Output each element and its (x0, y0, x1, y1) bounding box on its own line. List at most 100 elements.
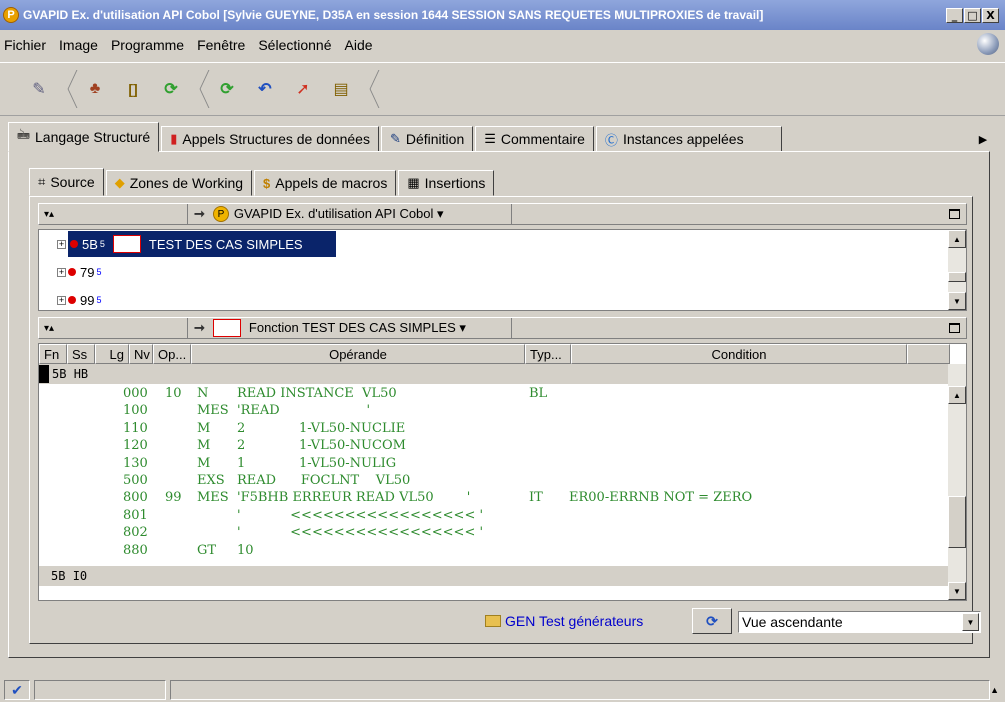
keyboard-icon: 🖮 (17, 127, 31, 142)
tab-appels-de-macros[interactable]: $ Appels de macros (254, 170, 397, 196)
view-select[interactable]: Vue ascendante ▼ (738, 611, 981, 633)
row-marker (39, 365, 49, 383)
collapse-icon[interactable]: ▾▴ (39, 323, 59, 334)
scroll-down-icon[interactable]: ▼ (948, 582, 966, 600)
database-icon: ▮ (170, 131, 178, 146)
status-up-icon[interactable]: ▲ (990, 685, 999, 695)
col-typ[interactable]: Typ... (525, 344, 571, 364)
red-bullet-icon (70, 240, 78, 248)
tree-item-label: TEST DES CAS SIMPLES (148, 236, 303, 252)
gen-test-link[interactable]: GEN Test générateurs (485, 613, 643, 629)
title-bar[interactable]: P GVAPID Ex. d'utilisation API Cobol [Sy… (0, 0, 1005, 30)
collapse-icon[interactable]: ▾▴ (39, 209, 59, 220)
expand-icon[interactable]: + (57, 239, 66, 249)
expand-icon[interactable]: + (57, 267, 66, 277)
tab-zones-de-working[interactable]: ◆ Zones de Working (105, 170, 253, 196)
expand-icon[interactable]: + (57, 295, 66, 305)
table-row[interactable]: 500 EXS READ FOCLNT VL50 (39, 473, 950, 490)
tab-source[interactable]: ⌗ Source (29, 168, 104, 196)
refresh-green-icon-2[interactable]: ⟳ (216, 78, 238, 100)
tab-langage-structure[interactable]: 🖮 Langage Structuré (8, 122, 160, 152)
tab-label: Appels de macros (275, 175, 388, 191)
tag-icon[interactable]: ✎ (28, 78, 50, 100)
menu-image[interactable]: Image (59, 37, 98, 53)
table-row[interactable]: 800 99 MES 'F5BHB ERREUR READ VL50 ' IT ER00-… (39, 490, 950, 507)
table-row[interactable]: 100 MES 'READ ' (39, 403, 950, 420)
tree-item-79[interactable]: + 79 5 (39, 258, 101, 286)
tab-appels-structures[interactable]: ▮ Appels Structures de données (161, 126, 379, 152)
red-box-icon (212, 319, 241, 337)
refresh-green-icon[interactable]: ⟳ (160, 78, 182, 100)
scroll-thumb[interactable] (948, 272, 966, 282)
chevron-down-icon[interactable]: ▼ (962, 613, 979, 631)
menu-fenetre[interactable]: Fenêtre (197, 37, 245, 53)
col-operande[interactable]: Opérande (191, 344, 525, 364)
refresh-view-button[interactable]: ⟳ (692, 608, 732, 634)
window-title: GVAPID Ex. d'utilisation API Cobol [Sylv… (23, 8, 764, 22)
col-op[interactable]: Op... (153, 344, 191, 364)
col-condition[interactable]: Condition (571, 344, 907, 364)
red-box-icon (112, 235, 141, 253)
table-row[interactable]: 802 ' <<<<<<<<<<<<<<<<< ' (39, 525, 950, 542)
table-group-row[interactable]: 5B I0 (39, 566, 950, 586)
program-badge-icon: P (212, 206, 229, 222)
table-row[interactable]: 000 10 N READ INSTANCE VL50 BL (39, 386, 950, 403)
table-row[interactable]: 110 M 2 1-VL50-NUCLIE (39, 421, 950, 438)
tree-item-99[interactable]: + 99 5 (39, 286, 101, 310)
col-lg[interactable]: Lg (95, 344, 129, 364)
scroll-down-icon[interactable]: ▼ (948, 292, 966, 310)
table-group-row[interactable]: 5B HB (39, 364, 950, 384)
scroll-up-icon[interactable]: ▲ (948, 386, 966, 404)
document-icon[interactable]: ▤ (330, 78, 352, 100)
table-scrollbar[interactable]: ▲ ▼ (948, 364, 966, 600)
menu-aide[interactable]: Aide (345, 37, 373, 53)
table-row[interactable]: 130 M 1 1-VL50-NULIG (39, 456, 950, 473)
undo-icon[interactable]: ↶ (254, 78, 276, 100)
dollar-icon: $ (263, 175, 271, 191)
col-ss[interactable]: Ss (67, 344, 95, 364)
arrow-right-icon: ➞ (194, 206, 205, 221)
toolbar-separator (364, 70, 374, 108)
group-ss: HB (73, 367, 89, 381)
tab-commentaire[interactable]: ☰ Commentaire (475, 126, 594, 152)
menu-selectionne[interactable]: Sélectionné (258, 37, 331, 53)
source-panel: ▾▴ ➞ P GVAPID Ex. d'utilisation API Cobo… (29, 196, 981, 644)
status-cell (170, 680, 990, 700)
function-breadcrumb[interactable]: ➞ Fonction TEST DES CAS SIMPLES ▾ (187, 318, 512, 338)
code-lines: 000 10 N READ INSTANCE VL50 BL 100 MES 'READ '… (39, 386, 950, 560)
tree-item-5b[interactable]: + 5B 5 TEST DES CAS SIMPLES (39, 230, 336, 258)
scroll-thumb[interactable] (948, 496, 966, 548)
table-row[interactable]: 880 GT 10 (39, 543, 950, 560)
maximize-pane-icon[interactable] (949, 209, 960, 219)
close-button[interactable]: X (982, 8, 999, 23)
arrow-red-icon[interactable]: ➚ (292, 78, 314, 100)
menu-programme[interactable]: Programme (111, 37, 184, 53)
brackets-icon[interactable]: [] (122, 78, 144, 100)
menu-fichier[interactable]: Fichier (4, 37, 46, 53)
maximize-pane-icon[interactable] (949, 323, 960, 333)
col-fn[interactable]: Fn (39, 344, 67, 364)
toolbar-separator (194, 70, 204, 108)
program-breadcrumb[interactable]: ➞ P GVAPID Ex. d'utilisation API Cobol ▾ (187, 204, 512, 224)
maximize-button[interactable]: □ (964, 8, 981, 23)
diamond-icon: ◆ (114, 175, 125, 190)
table-row[interactable]: 120 M 2 1-VL50-NUCOM (39, 438, 950, 455)
wizard-icon[interactable]: ♣ (84, 78, 106, 100)
status-cell (34, 680, 166, 700)
binary-icon: ⌗ (38, 174, 46, 189)
red-bullet-icon (68, 268, 76, 276)
tree-item-code: 5B (82, 236, 98, 252)
table-row[interactable]: 801 ' <<<<<<<<<<<<<<<<< ' (39, 508, 950, 525)
minimize-button[interactable]: _ (946, 8, 963, 23)
tab-insertions[interactable]: ▦ Insertions (398, 170, 495, 196)
red-bullet-icon (68, 296, 76, 304)
tab-instances-appelees[interactable]: Ⓒ Instances appelées (595, 126, 782, 152)
tree-item-sup: 5 (99, 239, 105, 249)
scroll-up-icon[interactable]: ▲ (948, 230, 966, 248)
tab-scroll-right-icon[interactable]: ▶ (974, 130, 992, 148)
refresh-icon: ⟳ (706, 612, 718, 629)
group-ss: I0 (72, 569, 88, 583)
col-nv[interactable]: Nv (129, 344, 153, 364)
tree-scrollbar[interactable]: ▲ ▼ (948, 230, 966, 310)
tab-definition[interactable]: ✎ Définition (380, 126, 474, 152)
